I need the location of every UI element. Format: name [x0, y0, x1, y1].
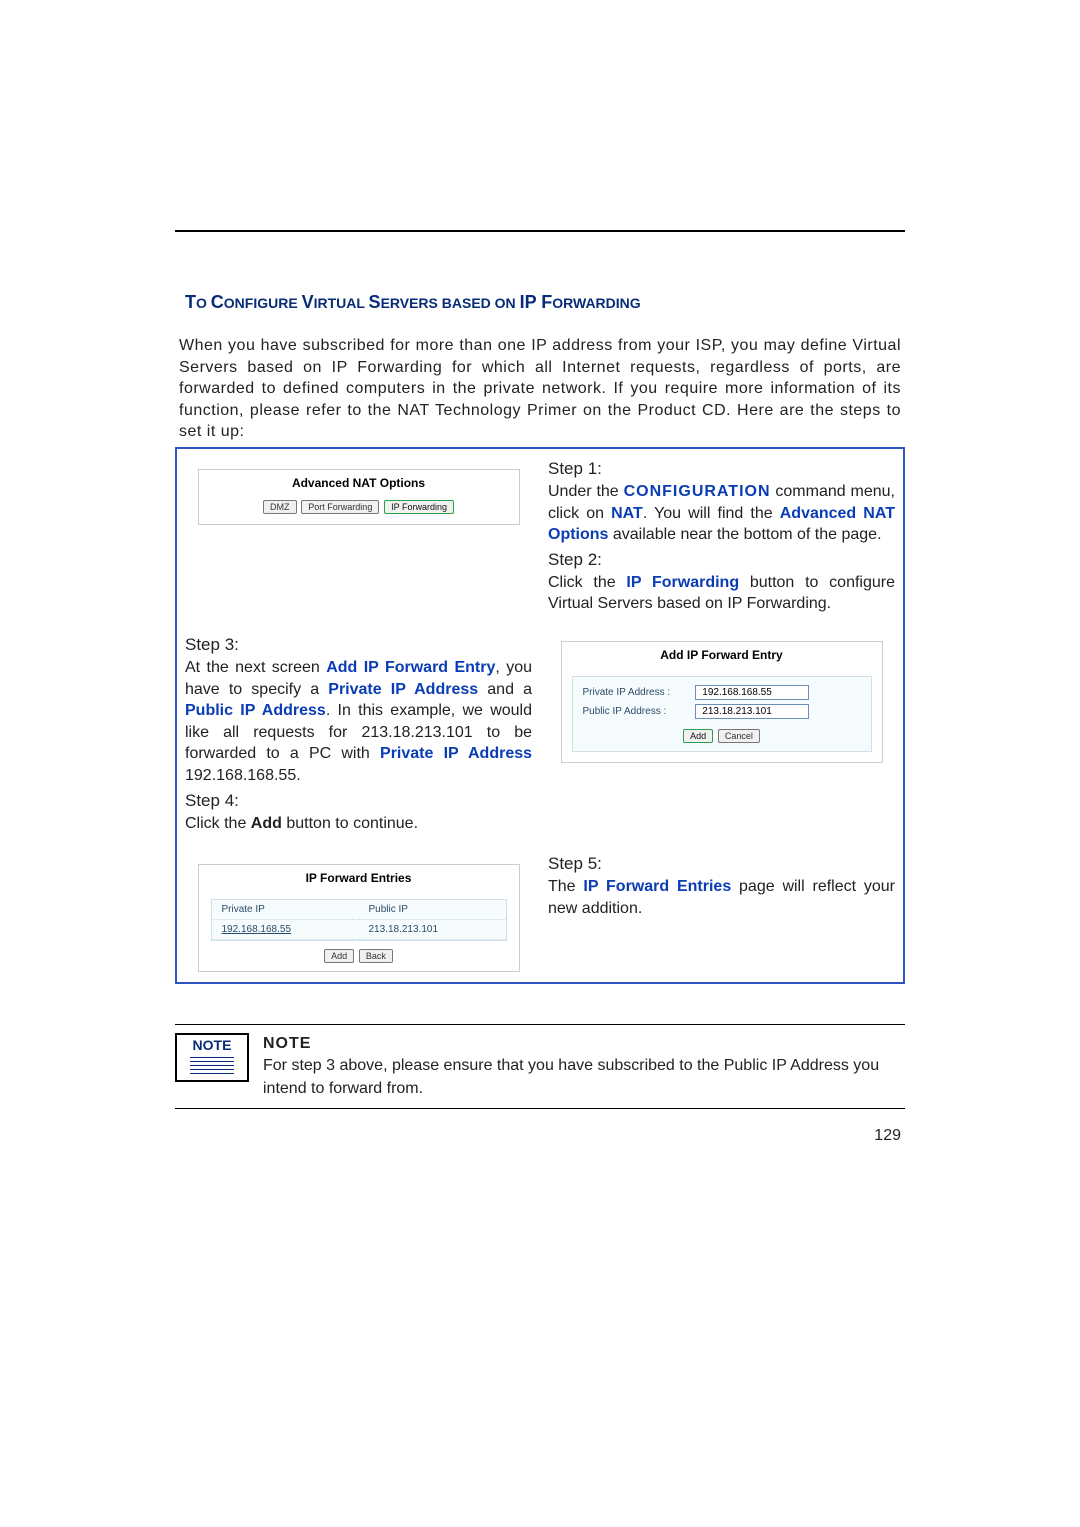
add-ip-forward-entry-panel: Add IP Forward Entry Private IP Address …	[561, 641, 883, 763]
entries-back-button[interactable]: Back	[359, 949, 393, 963]
ip-forwarding-button[interactable]: IP Forwarding	[384, 500, 454, 514]
top-rule	[175, 230, 905, 232]
note-body: For step 3 above, please ensure that you…	[263, 1055, 905, 1100]
title-text: TO CONFIGURE VIRTUAL SERVERS BASED ON IP…	[185, 295, 641, 312]
col-public-ip: Public IP	[359, 900, 506, 920]
advanced-nat-options-panel: Advanced NAT Options DMZ Port Forwarding…	[198, 469, 520, 525]
note-text: NOTE For step 3 above, please ensure tha…	[263, 1033, 905, 1100]
nat-keyword: NAT	[611, 505, 643, 522]
public-ip-input[interactable]: 213.18.213.101	[695, 704, 809, 719]
col-private-ip: Private IP	[212, 900, 359, 920]
step1-head: Step 1:	[548, 459, 895, 479]
step4-head: Step 4:	[185, 791, 532, 811]
page-content: TO CONFIGURE VIRTUAL SERVERS BASED ON IP…	[175, 0, 905, 1205]
private-ip-input[interactable]: 192.168.168.55	[695, 685, 809, 700]
note-heading: NOTE	[263, 1033, 905, 1055]
step3-head: Step 3:	[185, 635, 532, 655]
entries-add-button[interactable]: Add	[324, 949, 354, 963]
step2-head: Step 2:	[548, 550, 895, 570]
entry-public-ip: 213.18.213.101	[359, 920, 506, 940]
nat-button-row: DMZ Port Forwarding IP Forwarding	[199, 500, 519, 524]
step5-body: The IP Forward Entries page will reflect…	[548, 876, 895, 919]
add-button[interactable]: Add	[683, 729, 713, 743]
entries-table: Private IP Public IP 192.168.168.55 213.…	[212, 900, 506, 940]
note-block: NOTE NOTE For step 3 above, please ensur…	[175, 1024, 905, 1109]
section-title: TO CONFIGURE VIRTUAL SERVERS BASED ON IP…	[175, 292, 905, 313]
private-ip-address-keyword: Private IP Address	[328, 681, 478, 698]
private-ip-label: Private IP Address :	[583, 687, 693, 698]
entries-table-wrap: Private IP Public IP 192.168.168.55 213.…	[211, 899, 507, 941]
port-forwarding-button[interactable]: Port Forwarding	[301, 500, 379, 514]
add-ip-forward-entry-keyword: Add IP Forward Entry	[326, 659, 495, 676]
ip-forwarding-keyword: IP Forwarding	[626, 574, 739, 591]
entries-title: IP Forward Entries	[199, 865, 519, 895]
note-icon-label: NOTE	[193, 1037, 232, 1053]
note-icon: NOTE	[175, 1033, 249, 1082]
add-entry-form: Private IP Address : 192.168.168.55 Publ…	[572, 676, 872, 752]
cancel-button[interactable]: Cancel	[718, 729, 760, 743]
entry-private-ip-link[interactable]: 192.168.168.55	[222, 924, 292, 935]
step5-head: Step 5:	[548, 854, 895, 874]
step4-body: Click the Add button to continue.	[185, 813, 532, 835]
public-ip-label: Public IP Address :	[583, 706, 693, 717]
step2-body: Click the IP Forwarding button to config…	[548, 572, 895, 615]
page-number: 129	[175, 1127, 905, 1145]
add-entry-title: Add IP Forward Entry	[562, 642, 882, 672]
ip-forward-entries-panel: IP Forward Entries Private IP Public IP …	[198, 864, 520, 972]
public-ip-address-keyword: Public IP Address	[185, 702, 326, 719]
dmz-button[interactable]: DMZ	[263, 500, 297, 514]
step3-body: At the next screen Add IP Forward Entry,…	[185, 657, 532, 787]
private-ip-address-keyword-2: Private IP Address	[380, 745, 532, 762]
note-lines-icon	[181, 1057, 243, 1074]
intro-paragraph: When you have subscribed for more than o…	[175, 335, 905, 443]
steps-table: Advanced NAT Options DMZ Port Forwarding…	[175, 447, 905, 984]
configuration-keyword: CONFIGURATION	[624, 483, 771, 500]
step1-body: Under the CONFIGURATION command menu, cl…	[548, 481, 895, 546]
panel-title: Advanced NAT Options	[199, 470, 519, 500]
add-keyword: Add	[251, 815, 282, 832]
table-row: 192.168.168.55 213.18.213.101	[212, 920, 506, 940]
ip-forward-entries-keyword: IP Forward Entries	[583, 878, 731, 895]
